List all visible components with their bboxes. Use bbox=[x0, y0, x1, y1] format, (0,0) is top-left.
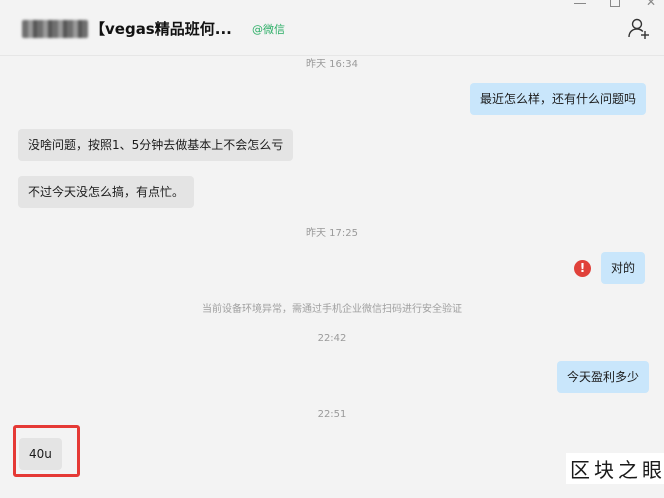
close-icon[interactable]: ✕ bbox=[646, 0, 656, 9]
minimize-icon[interactable] bbox=[574, 3, 586, 4]
message-timestamp: 22:51 bbox=[317, 409, 347, 420]
send-failed-icon[interactable]: ! bbox=[574, 260, 591, 277]
incoming-message[interactable]: 没啥问题，按照1、5分钟去做基本上不会怎么亏 bbox=[18, 129, 294, 161]
incoming-message[interactable]: 不过今天没怎么搞，有点忙。 bbox=[18, 176, 195, 208]
add-person-icon[interactable] bbox=[626, 16, 652, 42]
security-notice: 当前设备环境异常，需通过手机企业微信扫码进行安全验证 bbox=[202, 304, 462, 315]
message-timestamp: 22:42 bbox=[317, 333, 347, 344]
outgoing-message[interactable]: 最近怎么样，还有什么问题吗 bbox=[470, 83, 647, 115]
highlight-box bbox=[13, 425, 80, 477]
outgoing-message[interactable]: 对的 bbox=[601, 252, 646, 284]
wechat-source-tag: @微信 bbox=[252, 23, 285, 36]
watermark-text: 区块之眼 bbox=[566, 453, 664, 484]
message-timestamp: 昨天 17:25 bbox=[306, 228, 358, 239]
chat-header: 【vegas精品班何... @微信 ✕ bbox=[0, 0, 664, 56]
blurred-contact-name bbox=[22, 20, 88, 38]
message-timestamp: 昨天 16:34 bbox=[306, 59, 358, 70]
outgoing-message[interactable]: 今天盈利多少 bbox=[557, 361, 650, 393]
maximize-icon[interactable] bbox=[610, 0, 620, 7]
chat-title[interactable]: 【vegas精品班何... bbox=[90, 18, 232, 39]
